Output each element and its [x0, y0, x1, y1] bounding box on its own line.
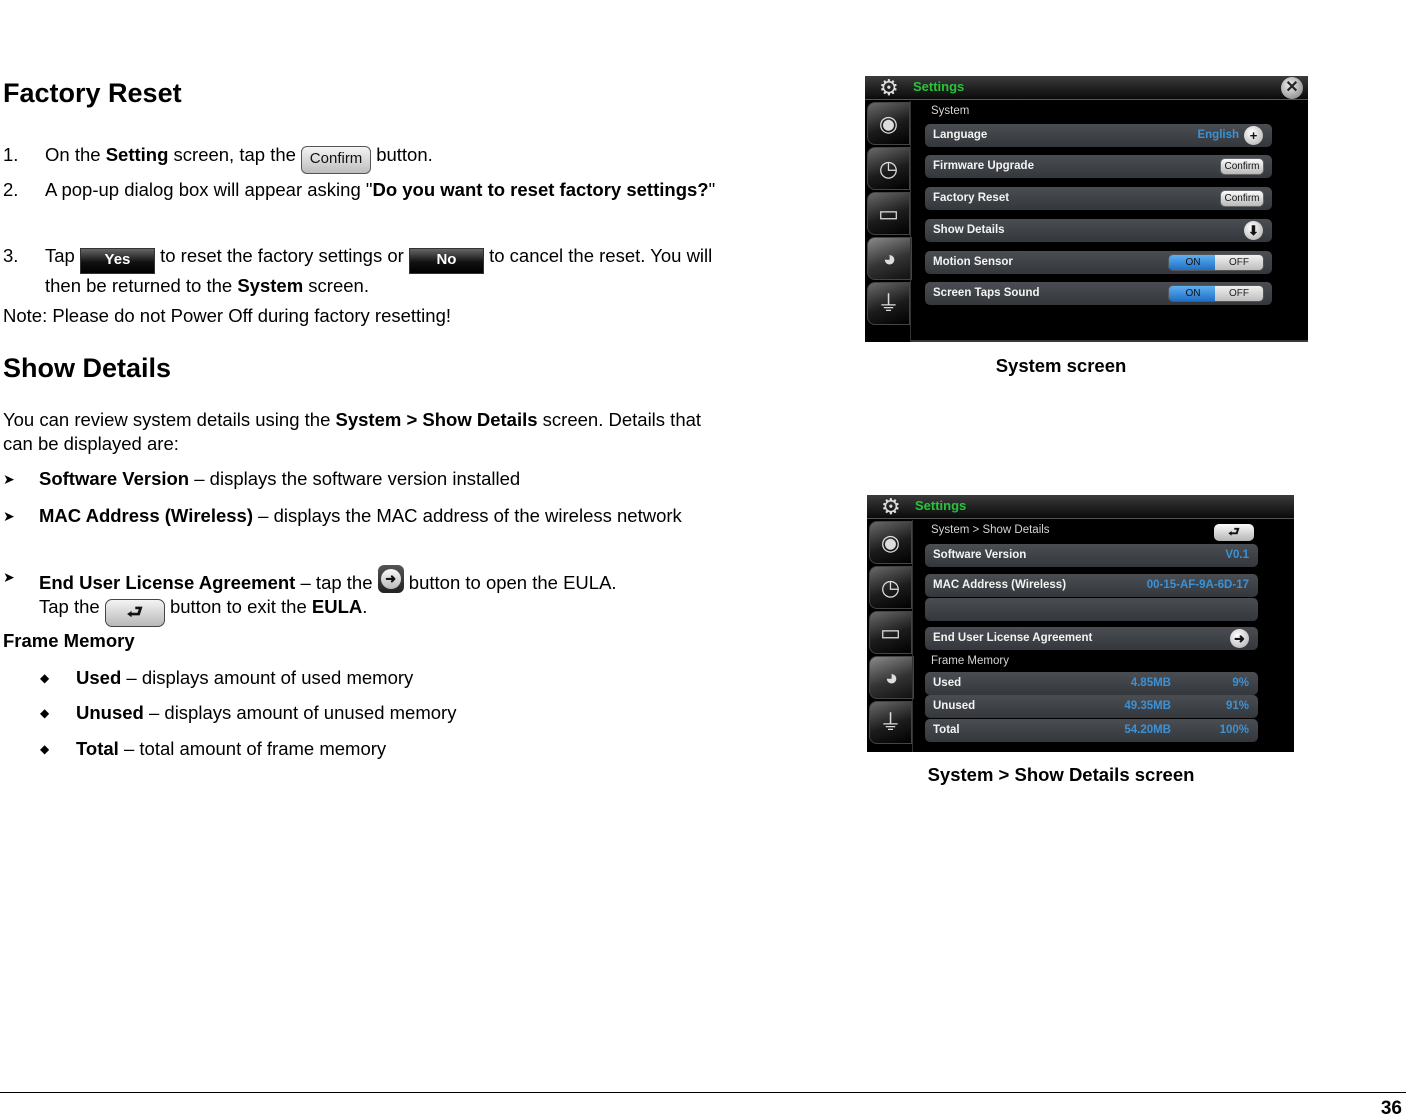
tab-network[interactable]: ◉ [869, 521, 912, 564]
system-screen: ⚙ Settings ✕ ◉ ◷ ▭ ◕ ⏚ System Language E… [865, 76, 1308, 342]
software-version-value: V0.1 [1225, 549, 1249, 561]
settings-title: Settings [915, 498, 967, 513]
power-plug-icon: ⏚ [879, 710, 902, 735]
row-used: Used 4.85MB 9% [925, 672, 1258, 695]
show-details-caption: System > Show Details screen [927, 764, 1195, 785]
diamond-bullet-icon: ◆ [40, 742, 50, 756]
factory-reset-note: Note: Please do not Power Off during fac… [3, 305, 452, 326]
page-number: 36 [1380, 1098, 1402, 1117]
breadcrumb: System > Show Details [931, 524, 1050, 536]
arrow-bullet-icon: ➤ [3, 471, 15, 487]
row-factory-reset: Factory Reset Confirm [925, 187, 1272, 210]
tab-network[interactable]: ◉ [867, 102, 910, 145]
clock-icon: ◷ [878, 156, 899, 181]
row-mac-address: MAC Address (Wireless) 00-15-AF-9A-6D-17 [925, 574, 1258, 597]
tab-clock[interactable]: ◷ [869, 566, 912, 609]
diamond-bullet-icon: ◆ [40, 671, 50, 685]
step-3: 3. Tap Yes to reset the factory settings… [3, 245, 713, 296]
tab-clock[interactable]: ◷ [867, 147, 910, 190]
arrow-right-icon: ➜ [380, 569, 401, 589]
factory-reset-heading: Factory Reset [3, 78, 182, 108]
tab-power[interactable]: ⏚ [869, 701, 912, 744]
row-show-details[interactable]: Show Details ⬇ [925, 219, 1272, 242]
side-tabs: ◉ ◷ ▭ ◕ ⏚ [869, 521, 914, 746]
row-firmware-upgrade: Firmware Upgrade Confirm [925, 155, 1272, 178]
bullet-mac-address: ➤ MAC Address (Wireless) – displays the … [3, 505, 682, 526]
confirm-button-image: Confirm [301, 146, 372, 174]
language-value: English [1197, 129, 1239, 141]
gear-icon: ⚙ [881, 495, 901, 519]
download-icon[interactable]: ⬇ [1244, 221, 1263, 240]
show-details-heading: Show Details [3, 353, 172, 383]
arrow-bullet-icon: ➤ [3, 508, 15, 524]
bullet-total: ◆ Total – total amount of frame memory [40, 738, 387, 759]
tab-display[interactable]: ▭ [869, 611, 912, 654]
row-motion-sensor: Motion Sensor ON OFF [925, 251, 1272, 274]
frame-memory-heading: Frame Memory [931, 655, 1009, 667]
tab-power[interactable]: ⏚ [867, 282, 910, 325]
display-icon: ▭ [880, 620, 901, 645]
clock-icon: ◷ [880, 575, 901, 600]
footer-divider [0, 1092, 1406, 1093]
pie-chart-icon: ◕ [882, 246, 897, 271]
title-bar: ⚙ Settings ✕ [865, 76, 1308, 100]
yes-button-image: Yes [79, 248, 155, 274]
bullet-software-version: ➤ Software Version – displays the softwa… [3, 468, 521, 489]
row-empty [925, 598, 1258, 621]
power-plug-icon: ⏚ [877, 291, 900, 316]
no-button-image: No [408, 248, 484, 274]
arrow-button-image: ➜ [377, 565, 404, 593]
tab-display[interactable]: ▭ [867, 192, 910, 235]
side-tabs: ◉ ◷ ▭ ◕ ⏚ [867, 102, 912, 327]
arrow-right-icon[interactable]: ➜ [1230, 629, 1249, 648]
diamond-bullet-icon: ◆ [40, 706, 50, 720]
tab-system[interactable]: ◕ [869, 656, 914, 699]
frame-memory-heading: Frame Memory [3, 630, 135, 651]
close-button[interactable]: ✕ [1281, 77, 1303, 99]
back-button[interactable]: ⮐ [1214, 524, 1254, 541]
factory-reset-confirm-button[interactable]: Confirm [1220, 190, 1264, 207]
bullet-unused: ◆ Unused – displays amount of unused mem… [40, 702, 457, 723]
back-button-image: ⮐ [104, 599, 165, 627]
tab-system[interactable]: ◕ [867, 237, 912, 280]
title-bar: ⚙ Settings [867, 495, 1294, 519]
plus-icon[interactable]: + [1244, 126, 1263, 145]
gear-icon: ⚙ [879, 76, 899, 100]
row-total: Total 54.20MB 100% [925, 719, 1258, 742]
pie-chart-icon: ◕ [884, 665, 899, 690]
row-eula[interactable]: End User License Agreement ➜ [925, 627, 1258, 650]
row-unused: Unused 49.35MB 91% [925, 695, 1258, 718]
motion-sensor-toggle[interactable]: ON OFF [1168, 254, 1264, 271]
bullet-eula: ➤ End User License Agreement – tap the ➜… [3, 565, 703, 627]
system-screen-caption: System screen [995, 355, 1127, 376]
globe-wifi-icon: ◉ [880, 530, 901, 555]
section-heading: System [931, 105, 970, 117]
globe-wifi-icon: ◉ [878, 111, 899, 136]
arrow-bullet-icon: ➤ [3, 569, 15, 585]
row-software-version: Software Version V0.1 [925, 544, 1258, 567]
show-details-screen: ⚙ Settings ◉ ◷ ▭ ◕ ⏚ System > Show Detai… [867, 495, 1294, 752]
bullet-used: ◆ Used – displays amount of used memory [40, 667, 414, 688]
step-1: 1. On the Setting screen, tap the Confir… [3, 143, 733, 174]
step-2: 2. A pop-up dialog box will appear askin… [3, 179, 716, 200]
settings-title: Settings [913, 79, 965, 94]
show-details-intro: You can review system details using the … [3, 409, 702, 454]
mac-address-value: 00-15-AF-9A-6D-17 [1146, 579, 1249, 591]
display-icon: ▭ [878, 201, 899, 226]
firmware-confirm-button[interactable]: Confirm [1220, 158, 1264, 175]
screen-taps-toggle[interactable]: ON OFF [1168, 285, 1264, 302]
row-screen-taps-sound: Screen Taps Sound ON OFF [925, 282, 1272, 305]
row-language[interactable]: Language English + [925, 124, 1272, 147]
